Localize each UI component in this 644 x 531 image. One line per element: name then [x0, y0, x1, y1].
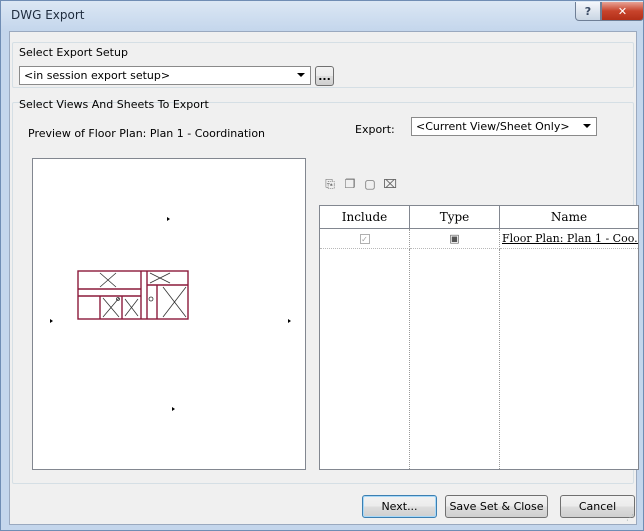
window-title: DWG Export — [11, 8, 85, 22]
new-set-icon[interactable]: ⎘ — [323, 177, 337, 191]
column-header-include[interactable]: Include — [319, 205, 410, 229]
elevation-markers — [50, 217, 291, 411]
table-row[interactable]: ✓ ▣ Floor Plan: Plan 1 - Coo... — [319, 228, 639, 249]
include-checkbox[interactable]: ✓ — [359, 234, 370, 244]
export-setup-label: Select Export Setup — [19, 46, 128, 59]
rename-set-icon[interactable]: ▢ — [363, 177, 377, 191]
help-button[interactable]: ? — [575, 2, 601, 21]
name-cell[interactable]: Floor Plan: Plan 1 - Coo... — [499, 228, 639, 249]
cancel-button-label: Cancel — [578, 500, 617, 513]
view-name-link[interactable]: Floor Plan: Plan 1 - Coo... — [502, 232, 638, 245]
save-set-close-button[interactable]: Save Set & Close — [445, 495, 548, 518]
delete-set-icon[interactable]: ⌧ — [383, 177, 397, 191]
export-scope-dropdown[interactable]: <Current View/Sheet Only> — [411, 117, 597, 136]
include-cell[interactable]: ✓ — [319, 228, 410, 249]
close-button[interactable]: ✕ — [601, 2, 644, 21]
chevron-down-icon — [297, 73, 305, 77]
views-group-label: Select Views And Sheets To Export — [19, 98, 209, 111]
empty-cell — [499, 248, 639, 470]
help-icon: ? — [584, 4, 592, 18]
chevron-down-icon — [583, 124, 591, 128]
export-setup-value: <in session export setup> — [24, 69, 171, 82]
modify-setup-button[interactable]: ... — [315, 66, 334, 86]
table-header: Include Type Name — [319, 205, 639, 229]
plan-geometry — [77, 270, 189, 320]
cancel-button[interactable]: Cancel — [560, 495, 635, 518]
export-scope-value: <Current View/Sheet Only> — [416, 120, 570, 133]
dwg-export-dialog: DWG Export ? ✕ Select Export Setup <in s… — [0, 0, 644, 531]
duplicate-set-icon[interactable]: ❐ — [343, 177, 357, 191]
column-header-type[interactable]: Type — [409, 205, 500, 229]
column-header-name[interactable]: Name — [499, 205, 639, 229]
save-set-close-label: Save Set & Close — [449, 500, 544, 513]
next-button-label: Next... — [381, 500, 418, 513]
modify-setup-label: ... — [318, 69, 331, 83]
floor-plan-view-icon: ▣ — [449, 232, 460, 245]
empty-cell — [319, 248, 410, 470]
export-setup-dropdown[interactable]: <in session export setup> — [19, 66, 311, 85]
preview-label: Preview of Floor Plan: Plan 1 - Coordina… — [28, 127, 266, 140]
empty-rows — [319, 248, 639, 470]
empty-cell — [409, 248, 500, 470]
views-table: Include Type Name ✓ ▣ Floor Plan: Plan 1… — [319, 205, 639, 470]
title-bar: DWG Export ? ✕ — [1, 1, 644, 29]
plan-detail — [99, 272, 187, 318]
plan-preview — [32, 158, 306, 470]
floor-plan-drawing — [50, 217, 291, 411]
close-icon: ✕ — [617, 4, 628, 18]
dialog-body: Select Export Setup <in session export s… — [9, 31, 639, 525]
resize-grip-icon[interactable]: ⋰ — [626, 513, 634, 522]
type-cell: ▣ — [409, 228, 500, 249]
export-label: Export: — [355, 123, 395, 136]
next-button[interactable]: Next... — [362, 495, 437, 518]
set-toolbar: ⎘ ❐ ▢ ⌧ — [323, 177, 397, 191]
